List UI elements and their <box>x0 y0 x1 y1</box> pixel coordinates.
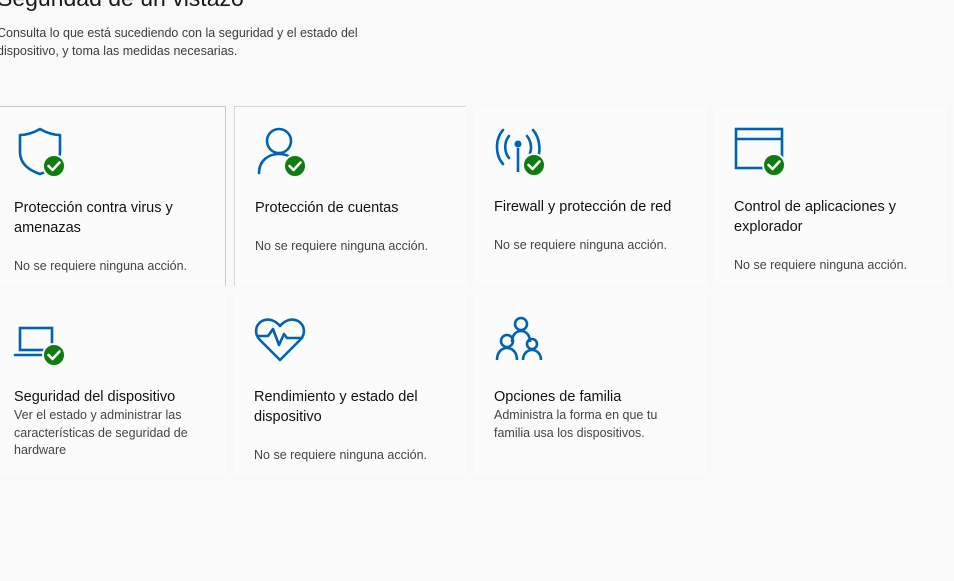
tile-title: Opciones de familia <box>494 389 622 405</box>
tile-status: Ver el estado y administrar las caracter… <box>14 408 188 457</box>
tile-title: Firewall y protección de red <box>494 199 672 215</box>
tile-account-protection[interactable]: Protección de cuentas No se requiere nin… <box>234 106 466 286</box>
family-icon <box>494 314 546 366</box>
tile-title: Seguridad del dispositivo <box>14 389 176 405</box>
check-icon <box>42 154 66 178</box>
tile-status: No se requiere ninguna acción. <box>254 448 428 462</box>
tile-title: Protección de cuentas <box>255 200 399 216</box>
tile-title: Rendimiento y estado del dispositivo <box>254 389 418 425</box>
browser-window-icon <box>734 124 786 177</box>
page-subtitle: Consulta lo que está sucediendo con la s… <box>0 26 358 58</box>
tile-status: No se requiere ninguna acción. <box>255 239 429 253</box>
tile-status: Administra la forma en que tu familia us… <box>494 408 658 440</box>
check-icon <box>522 153 546 177</box>
heart-pulse-icon <box>254 314 306 366</box>
person-icon <box>255 125 307 178</box>
tile-app-browser-control[interactable]: Control de aplicaciones y explorador No … <box>714 106 946 286</box>
tile-device-performance-health[interactable]: Rendimiento y estado del dispositivo No … <box>234 296 466 476</box>
tile-status: No se requiere ninguna acción. <box>14 259 188 273</box>
check-icon <box>762 153 786 177</box>
tile-status: No se requiere ninguna acción. <box>734 258 908 272</box>
tile-firewall-network-protection[interactable]: Firewall y protección de red No se requi… <box>474 106 706 286</box>
tile-title: Protección contra virus y amenazas <box>14 200 173 236</box>
tile-title: Control de aplicaciones y explorador <box>734 199 897 235</box>
page-title: Seguridad de un vistazo <box>0 0 244 10</box>
check-icon <box>42 343 66 367</box>
tile-status: No se requiere ninguna acción. <box>494 238 668 252</box>
laptop-icon <box>13 314 66 367</box>
antenna-icon <box>494 124 546 177</box>
tile-device-security[interactable]: Seguridad del dispositivo Ver el estado … <box>0 296 226 476</box>
shield-icon <box>14 125 66 178</box>
tile-virus-threat-protection[interactable]: Protección contra virus y amenazas No se… <box>0 106 226 286</box>
tile-family-options[interactable]: Opciones de familia Administra la forma … <box>474 296 706 476</box>
check-icon <box>283 154 307 178</box>
